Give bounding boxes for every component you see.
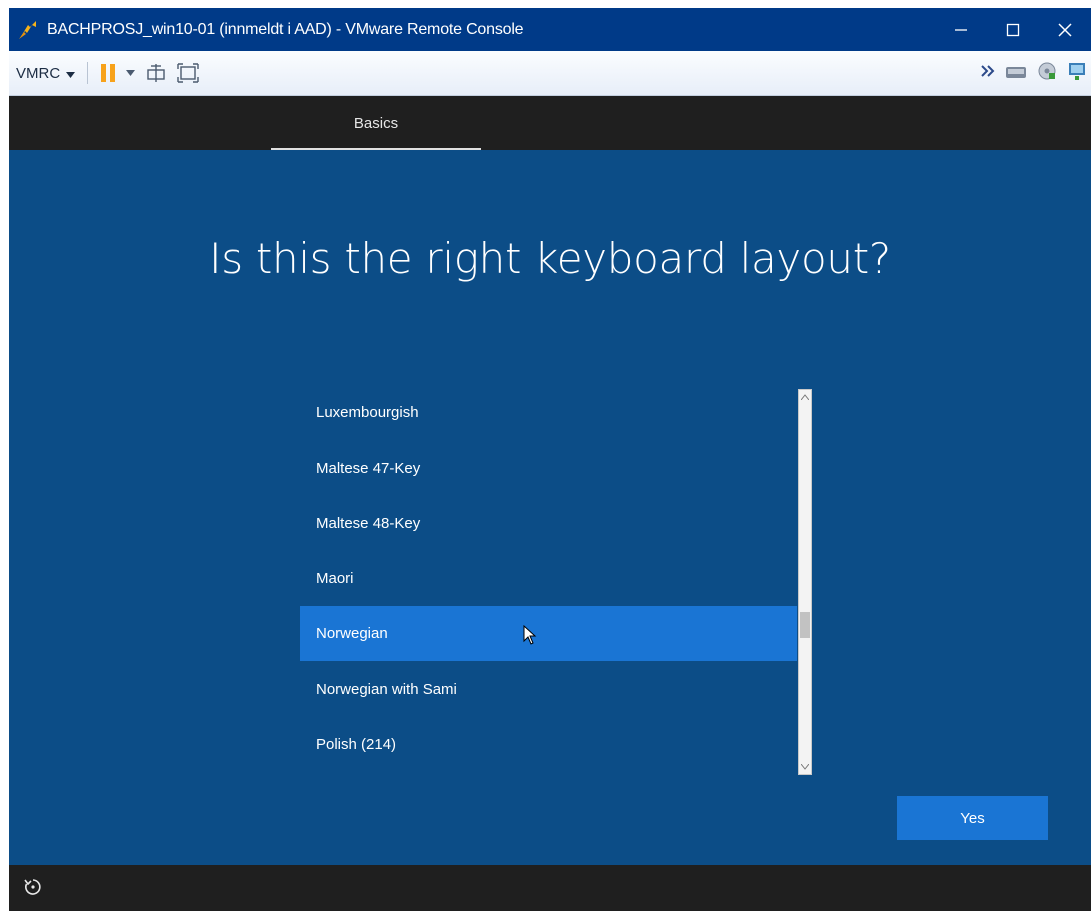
list-item[interactable]: Maltese 48-Key [300, 496, 797, 551]
bottom-bar [9, 865, 1091, 911]
power-menu-chevron-icon[interactable] [126, 70, 136, 76]
fullscreen-icon[interactable] [177, 62, 199, 84]
list-item-label: Norwegian with Sami [316, 681, 457, 698]
cd-icon[interactable] [1037, 61, 1057, 86]
list-item-label: Maori [316, 570, 354, 587]
list-item[interactable]: Maori [300, 551, 797, 606]
vmrc-window: BACHPROSJ_win10-01 (innmeldt i AAD) - VM… [9, 8, 1091, 911]
tab-basics-label: Basics [353, 114, 399, 132]
mouse-cursor-icon [523, 624, 537, 650]
ease-of-access-icon[interactable] [23, 877, 43, 902]
chevron-down-icon [66, 65, 76, 82]
list-item[interactable]: Luxembourgish [300, 385, 797, 440]
maximize-icon[interactable] [987, 8, 1039, 51]
send-ctrl-alt-del-icon[interactable] [145, 62, 167, 84]
list-item-label: Polish (214) [316, 736, 397, 753]
list-item[interactable]: Norwegian with Sami [300, 662, 797, 717]
list-item-label: Maltese 47-Key [316, 460, 421, 477]
yes-button[interactable]: Yes [897, 796, 1048, 840]
list-item-label: Maltese 48-Key [316, 515, 421, 532]
vmrc-label: VMRC [16, 64, 61, 82]
removable-devices-icon[interactable] [1005, 62, 1027, 85]
scrollbar-thumb[interactable] [800, 612, 810, 638]
tab-active-indicator [271, 148, 481, 150]
page-title: Is this the right keyboard layout? [209, 234, 891, 283]
expand-icon[interactable] [981, 64, 995, 82]
list-item[interactable]: Polish (214) [300, 717, 797, 772]
toolbar: VMRC [9, 51, 1091, 96]
toolbar-divider [87, 62, 89, 84]
close-icon[interactable] [1039, 8, 1091, 51]
list-item[interactable]: Maltese 47-Key [300, 441, 797, 496]
list-item-label: Norwegian [316, 625, 388, 642]
window-title: BACHPROSJ_win10-01 (innmeldt i AAD) - VM… [47, 20, 524, 38]
title-bar[interactable]: BACHPROSJ_win10-01 (innmeldt i AAD) - VM… [9, 8, 1091, 51]
scroll-down-arrow-icon[interactable] [799, 761, 811, 773]
list-item-label: Luxembourgish [316, 404, 419, 421]
oobe-header: Basics [9, 96, 1091, 150]
scroll-up-arrow-icon[interactable] [799, 391, 811, 403]
network-icon[interactable] [1067, 61, 1087, 86]
tab-basics: Basics [271, 96, 481, 150]
list-item-selected[interactable]: Norwegian [300, 606, 797, 661]
keyboard-layout-list[interactable]: Luxembourgish Maltese 47-Key Maltese 48-… [300, 376, 808, 772]
vmrc-menu-button[interactable]: VMRC [16, 64, 76, 82]
vmware-app-icon [15, 17, 41, 43]
pause-icon[interactable] [100, 63, 116, 83]
minimize-icon[interactable] [935, 8, 987, 51]
list-scrollbar[interactable] [798, 389, 812, 775]
